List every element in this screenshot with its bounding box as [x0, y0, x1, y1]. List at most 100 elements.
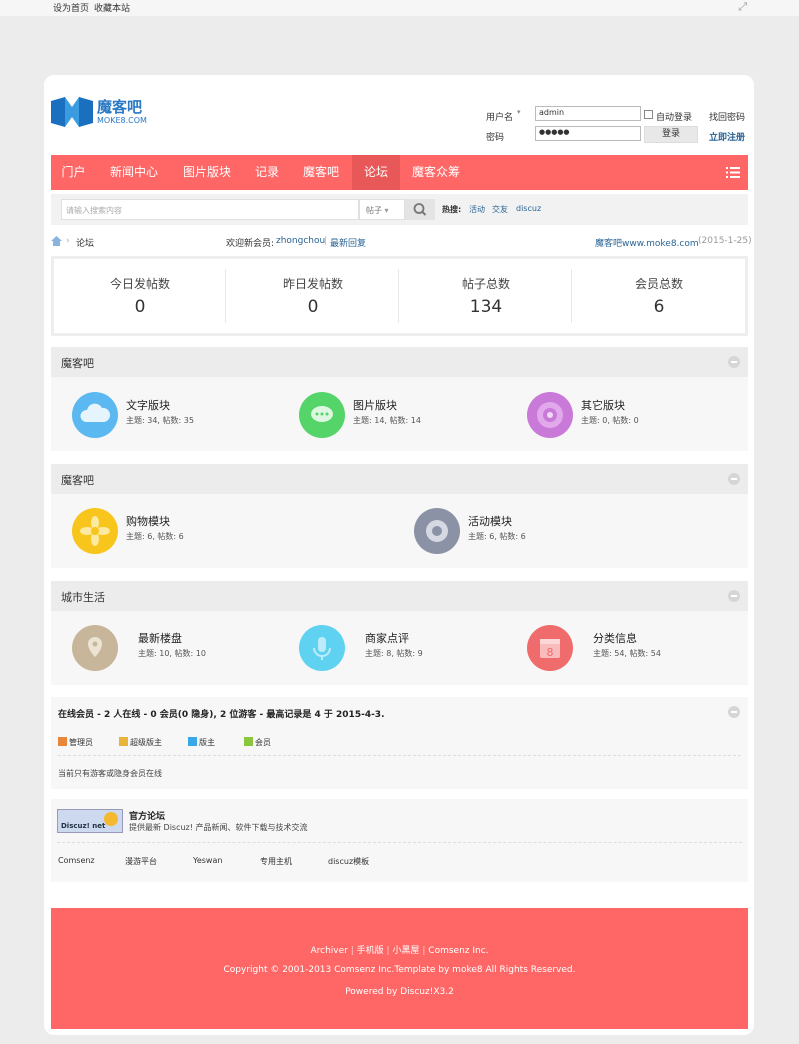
stat-yesterday-posts: 昨日发帖数 0: [227, 259, 399, 333]
footer-link[interactable]: 手机版: [357, 946, 384, 956]
login-button[interactable]: 登录: [644, 126, 698, 143]
forgot-password-link[interactable]: 找回密码: [709, 110, 745, 123]
calendar-icon: 8: [527, 625, 573, 671]
top-strip: 设为首页 收藏本站 ⤢: [0, 0, 799, 16]
search-button[interactable]: [405, 199, 435, 220]
forum-section: 魔客吧 文字版块 主题: 34, 帖数: 35 图片版块 主题: 14, 帖数:…: [51, 347, 748, 451]
section-header[interactable]: 魔客吧: [51, 347, 748, 377]
admin-icon: [58, 737, 67, 746]
bookmark-link[interactable]: 收藏本站: [94, 1, 130, 14]
legend-item: 管理员: [58, 737, 93, 748]
hot-search-link[interactable]: 活动: [469, 204, 485, 215]
nav-item-records[interactable]: 记录: [247, 155, 287, 190]
gear-icon: [414, 508, 460, 554]
search-type-select[interactable]: 帖子 ▾: [359, 199, 405, 220]
forum-name[interactable]: 图片版块: [353, 397, 397, 413]
footer-link[interactable]: 小黑屋: [392, 946, 419, 956]
footer: Archiver | 手机版 | 小黑屋 | Comsenz Inc. Copy…: [51, 908, 748, 1029]
forum-meta: 主题: 10, 帖数: 10: [138, 649, 206, 658]
breadcrumb-separator-icon: ›: [66, 236, 70, 246]
nav-item-news[interactable]: 新闻中心: [99, 155, 169, 190]
collapse-icon[interactable]: [728, 473, 740, 485]
nav-item-portal[interactable]: 门户: [51, 155, 96, 190]
divider: [57, 842, 742, 843]
forum-name[interactable]: 分类信息: [593, 630, 637, 646]
section-header[interactable]: 魔客吧: [51, 464, 748, 494]
forum-section: 魔客吧 购物模块 主题: 6, 帖数: 6 活动模块 主题: 6, 帖数: 6: [51, 464, 748, 568]
discuz-badge[interactable]: Discuz! net: [57, 809, 123, 833]
auto-login-checkbox[interactable]: [644, 110, 653, 119]
svg-text:8: 8: [547, 646, 554, 659]
set-home-link[interactable]: 设为首页: [53, 1, 89, 14]
legend-item: 版主: [188, 737, 215, 748]
nav-item-images[interactable]: 图片版块: [171, 155, 243, 190]
fullscreen-icon[interactable]: ⤢: [738, 0, 747, 14]
site-logo[interactable]: 魔客吧 MOKE8.COM: [51, 95, 151, 129]
friend-link[interactable]: 专用主机: [260, 856, 292, 867]
stat-label: 今日发帖数: [109, 277, 170, 291]
nav-item-forum[interactable]: 论坛: [352, 155, 400, 190]
forum-meta: 主题: 8, 帖数: 9: [365, 649, 423, 658]
hot-search-link[interactable]: discuz: [516, 204, 541, 213]
logo-subtitle: MOKE8.COM: [97, 116, 147, 125]
divider: [571, 269, 572, 323]
legend-item: 超级版主: [119, 737, 162, 748]
nav-item-moke[interactable]: 魔客吧: [293, 155, 349, 190]
stat-label: 会员总数: [634, 277, 683, 291]
register-link[interactable]: 立即注册: [709, 130, 745, 143]
forum-meta: 主题: 14, 帖数: 14: [353, 416, 421, 425]
forum-section: 城市生活 最新楼盘 主题: 10, 帖数: 10 商家点评 主题: 8, 帖数:…: [51, 581, 748, 685]
forum-name[interactable]: 购物模块: [126, 513, 170, 529]
member-icon: [244, 737, 253, 746]
password-input[interactable]: ●●●●●: [535, 126, 641, 141]
forum-meta: 主题: 54, 帖数: 54: [593, 649, 661, 658]
divider: [58, 755, 741, 756]
breadcrumb-current[interactable]: 论坛: [76, 236, 94, 249]
hot-search-link[interactable]: 交友: [492, 204, 508, 215]
footer-links: Archiver | 手机版 | 小黑屋 | Comsenz Inc.: [51, 943, 748, 956]
username-input[interactable]: admin: [535, 106, 641, 121]
separator: |: [386, 946, 390, 956]
home-icon[interactable]: [51, 236, 62, 246]
collapse-icon[interactable]: [728, 356, 740, 368]
friend-link[interactable]: discuz模板: [328, 856, 369, 867]
stat-value: 134: [469, 297, 503, 317]
online-title[interactable]: 在线会员 - 2 人在线 - 0 会员(0 隐身), 2 位游客 - 最高记录是…: [58, 707, 385, 720]
friend-link[interactable]: Comsenz: [58, 856, 95, 865]
site-date: (2015-1-25): [698, 236, 752, 246]
forum-name[interactable]: 商家点评: [365, 630, 409, 646]
friend-link[interactable]: Yeswan: [193, 856, 222, 865]
menu-icon[interactable]: [726, 166, 740, 179]
section-header[interactable]: 城市生活: [51, 581, 748, 611]
stat-value: 0: [307, 297, 319, 317]
forum-meta: 主题: 6, 帖数: 6: [126, 532, 184, 541]
new-member-link[interactable]: zhongchou: [276, 236, 325, 246]
forum-name[interactable]: 文字版块: [126, 397, 170, 413]
search-bar: 请输入搜索内容 帖子 ▾ 热搜: 活动 交友 discuz: [51, 194, 748, 225]
forum-name[interactable]: 活动模块: [468, 513, 512, 529]
location-pin-icon: [72, 625, 118, 671]
official-forum-link[interactable]: 官方论坛: [129, 809, 165, 822]
logo-title: 魔客吧: [97, 98, 143, 116]
section-title: 魔客吧: [61, 474, 94, 487]
forum-name[interactable]: 最新楼盘: [138, 630, 182, 646]
collapse-icon[interactable]: [728, 706, 740, 718]
footer-link[interactable]: Archiver: [310, 946, 347, 956]
collapse-icon[interactable]: [728, 590, 740, 602]
chevron-down-icon: ▾: [384, 206, 389, 215]
stat-label: 帖子总数: [461, 277, 510, 291]
nav-item-crowdfunding[interactable]: 魔客众筹: [404, 155, 468, 190]
welcome-label: 欢迎新会员:: [226, 239, 275, 249]
friend-link[interactable]: 漫游平台: [125, 856, 157, 867]
chevron-down-icon[interactable]: ▾: [517, 108, 521, 116]
footer-link[interactable]: Comsenz Inc.: [428, 946, 488, 956]
forum-name[interactable]: 其它版块: [581, 397, 625, 413]
stat-today-posts: 今日发帖数 0: [54, 259, 226, 333]
latest-replies-link[interactable]: 最新回复: [330, 236, 366, 249]
username-label: 用户名: [486, 113, 514, 123]
super-moderator-icon: [119, 737, 128, 746]
main-nav: 门户 新闻中心 图片版块 记录 魔客吧 论坛 魔客众筹: [51, 155, 748, 190]
site-link[interactable]: 魔客吧www.moke8.com: [595, 236, 699, 249]
search-input[interactable]: 请输入搜索内容: [61, 199, 359, 220]
stat-value: 0: [134, 297, 146, 317]
